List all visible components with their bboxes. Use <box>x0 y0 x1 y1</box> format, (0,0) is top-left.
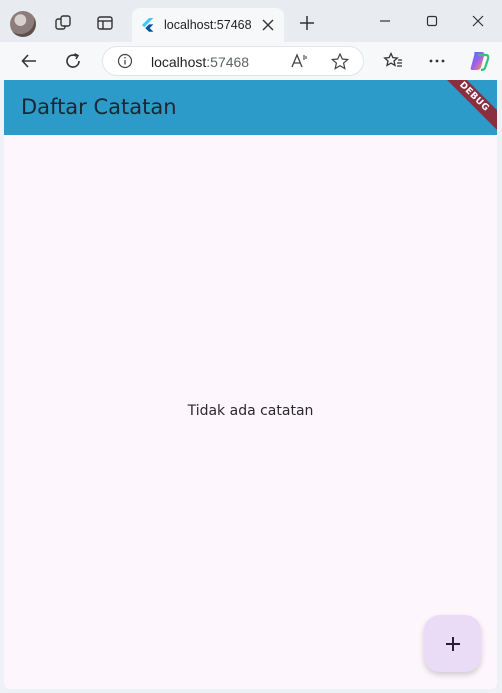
app-bar: Daftar Catatan <box>4 80 497 135</box>
browser-toolbar: localhost:57468 <box>0 42 502 80</box>
tab-strip: localhost:57468 <box>0 0 502 42</box>
browser-window: localhost:57468 localhost:57468 Daftar C… <box>0 0 502 693</box>
url-host: localhost <box>151 54 207 70</box>
back-icon[interactable] <box>14 47 44 75</box>
address-bar[interactable]: localhost:57468 <box>102 46 364 76</box>
tab-title: localhost:57468 <box>164 18 252 32</box>
workspaces-icon[interactable] <box>48 8 78 38</box>
minimize-icon[interactable] <box>370 7 400 35</box>
add-icon <box>444 635 462 653</box>
site-info-icon[interactable] <box>117 53 133 69</box>
maximize-icon[interactable] <box>417 7 447 35</box>
new-tab-button[interactable] <box>294 10 320 36</box>
page-title: Daftar Catatan <box>21 95 177 119</box>
url-text: localhost:57468 <box>151 54 249 70</box>
close-window-icon[interactable] <box>463 7 493 35</box>
empty-state-message: Tidak ada catatan <box>187 403 314 419</box>
refresh-icon[interactable] <box>58 47 88 75</box>
url-port: :57468 <box>206 54 250 70</box>
flutter-favicon-icon <box>142 18 154 32</box>
vertical-tabs-icon[interactable] <box>90 8 120 38</box>
profile-avatar[interactable] <box>10 11 36 37</box>
add-note-button[interactable] <box>424 615 481 672</box>
copilot-icon[interactable] <box>464 47 494 75</box>
page-viewport: Daftar Catatan DEBUG Tidak ada catatan <box>4 80 497 689</box>
read-aloud-icon[interactable] <box>291 53 309 69</box>
more-options-icon[interactable] <box>422 47 452 75</box>
favorites-icon[interactable] <box>378 47 408 75</box>
close-tab-icon[interactable] <box>260 17 276 33</box>
favorite-star-icon[interactable] <box>331 53 349 70</box>
active-tab[interactable]: localhost:57468 <box>132 8 284 42</box>
